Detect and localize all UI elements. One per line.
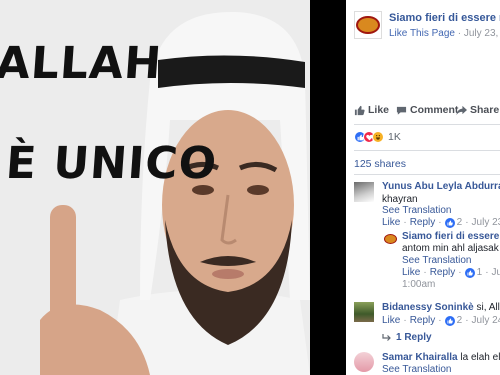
- commenter-name: Samar Khairalla la elah ella all: [382, 352, 500, 363]
- reply-time[interactable]: 1:00am: [402, 279, 435, 290]
- see-translation-link[interactable]: See Translation: [382, 205, 452, 216]
- reply-text: antom min ahl aljasak: [402, 243, 499, 254]
- page-avatar[interactable]: [354, 11, 382, 39]
- comment-date[interactable]: July 24, 20: [472, 315, 500, 326]
- share-arrow-icon: [456, 105, 467, 115]
- comment-reply-link[interactable]: Reply: [410, 217, 436, 228]
- comment-text: si, Allah u: [476, 302, 500, 313]
- photo-text-line2: È UNICO: [4, 138, 219, 189]
- see-translation-link[interactable]: See Translation: [382, 364, 452, 375]
- commenter-name[interactable]: Yunus Abu Leyla Abdurrahma: [382, 181, 500, 192]
- thumbs-up-icon: [354, 105, 365, 115]
- post-photo[interactable]: ALLAH È UNICO: [0, 0, 310, 375]
- reaction-count[interactable]: 1K: [388, 131, 401, 143]
- viewer-gutter: [310, 0, 346, 375]
- like-page-link[interactable]: Like This Page: [389, 28, 455, 39]
- comment-reaction-count[interactable]: 2: [457, 315, 463, 326]
- comment-item: Bidanessy Soninkè si, Allah u Like· Repl…: [346, 300, 500, 348]
- reactions-divider: [354, 150, 500, 151]
- comment-reply-link[interactable]: Reply: [410, 315, 436, 326]
- reply-author-avatar[interactable]: [383, 232, 397, 246]
- see-translation-link[interactable]: See Translation: [402, 255, 472, 266]
- reply-reply-link[interactable]: Reply: [430, 267, 456, 278]
- commenter-name: Bidanessy Soninkè si, Allah u: [382, 302, 500, 313]
- comment-meta: Like· Reply· 2· July 24, 20: [382, 315, 500, 326]
- shares-count[interactable]: 125 shares: [354, 158, 406, 170]
- page-logo-icon: [383, 234, 397, 244]
- photo-text-line1: ALLAH: [0, 38, 164, 89]
- commenter-avatar[interactable]: [354, 302, 374, 322]
- reactions-summary[interactable]: 1K: [354, 130, 401, 144]
- reply-item: Siamo fieri di essere mu antom min ahl a…: [346, 230, 500, 290]
- page-name-link[interactable]: Siamo fieri di essere mu: [389, 12, 500, 24]
- post-actions: Like Comment Share: [346, 100, 500, 122]
- like-button[interactable]: Like: [354, 104, 389, 116]
- reply-date[interactable]: July 2: [492, 267, 500, 278]
- commenter-avatar[interactable]: [354, 182, 374, 202]
- replies-count: 1 Reply: [396, 332, 432, 343]
- post-sidebar: Siamo fieri di essere mu Like This Page …: [346, 0, 500, 375]
- comment-like-link[interactable]: Like: [382, 315, 400, 326]
- like-reaction-icon: [444, 315, 455, 326]
- actions-divider: [354, 124, 500, 125]
- comment-meta: Like· Reply· 2· July 23, 20: [382, 217, 500, 228]
- share-button-label: Share: [470, 104, 500, 116]
- comment-date[interactable]: July 23, 20: [472, 217, 500, 228]
- reply-reaction-count[interactable]: 1: [477, 267, 483, 278]
- comment-item: Samar Khairalla la elah ella all See Tra…: [346, 350, 500, 375]
- comment-reaction-count[interactable]: 2: [457, 217, 463, 228]
- post-header: Siamo fieri di essere mu Like This Page …: [346, 0, 500, 95]
- reply-meta: Like· Reply· 1· July 2: [402, 267, 500, 278]
- page-logo-icon: [356, 16, 380, 34]
- commenter-avatar[interactable]: [354, 352, 374, 372]
- commenter-name-link[interactable]: Bidanessy Soninkè: [382, 302, 474, 313]
- comment-icon: [396, 106, 407, 115]
- commenter-name-link[interactable]: Samar Khairalla: [382, 352, 458, 363]
- reply-author-name[interactable]: Siamo fieri di essere mu: [402, 231, 500, 242]
- like-button-label: Like: [368, 104, 390, 116]
- shares-divider: [354, 174, 500, 175]
- like-reaction-icon: [464, 267, 475, 278]
- reply-like-link[interactable]: Like: [402, 267, 420, 278]
- like-reaction-icon: [444, 217, 455, 228]
- post-meta: Like This Page · July 23, 2019: [389, 28, 500, 39]
- comment-button-label: Comment: [410, 104, 459, 116]
- share-button[interactable]: Share: [456, 104, 499, 116]
- comment-like-link[interactable]: Like: [382, 217, 400, 228]
- haha-reaction-icon: [372, 131, 384, 143]
- comment-text: khayran: [382, 194, 418, 205]
- post-date[interactable]: July 23, 2019: [464, 28, 500, 39]
- comment-text: la elah ella all: [460, 352, 500, 363]
- comment-button[interactable]: Comment: [396, 104, 458, 116]
- reply-arrow-icon: [382, 333, 391, 341]
- view-replies-link[interactable]: 1 Reply: [382, 332, 432, 343]
